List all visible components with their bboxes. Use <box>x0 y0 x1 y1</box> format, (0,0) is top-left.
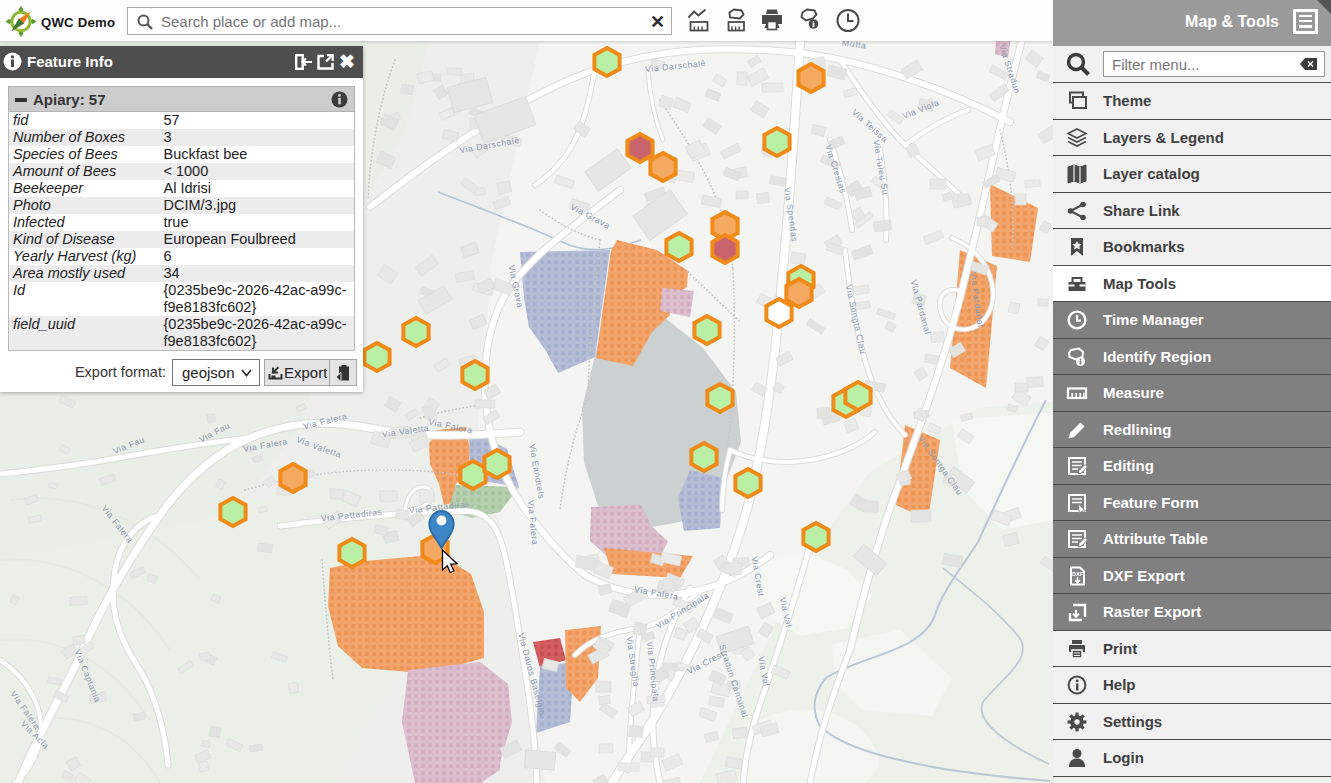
svg-text:DXF: DXF <box>1072 571 1084 577</box>
